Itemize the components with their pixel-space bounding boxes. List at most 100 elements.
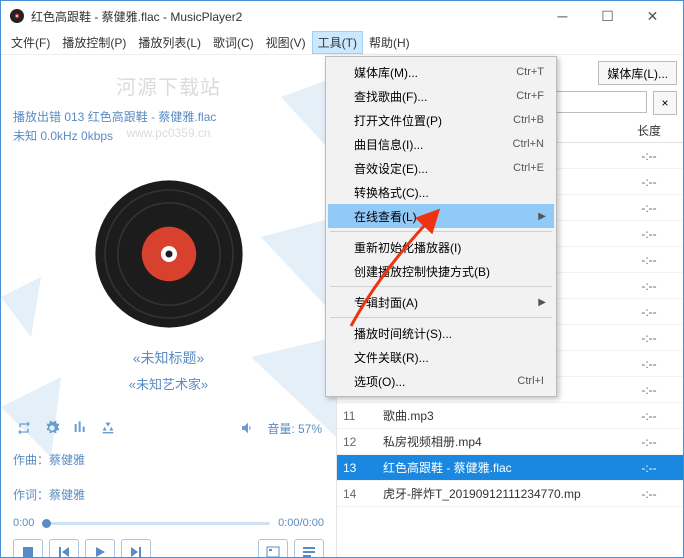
menu-item-label: 音效设定(E)... — [354, 160, 513, 177]
row-duration: -:-- — [615, 201, 683, 215]
playlist-row[interactable]: 13红色高跟鞋 - 蔡健雅.flac-:-- — [337, 455, 683, 481]
menu-item-shortcut: Ctr+F — [516, 90, 544, 102]
settings-icon[interactable] — [43, 419, 61, 437]
player-panel: 河源下载站 www.pc0359.cn 播放出错 013 红色高跟鞋 - 蔡健雅… — [1, 57, 336, 557]
toggle-playlist-button[interactable] — [294, 539, 324, 557]
clear-search-button[interactable]: × — [653, 91, 677, 115]
menu-file[interactable]: 文件(F) — [5, 31, 56, 54]
tools-menu-item[interactable]: 专辑封面(A)▶ — [328, 290, 554, 314]
menu-item-shortcut: Ctrl+I — [517, 375, 544, 387]
menu-help[interactable]: 帮助(H) — [363, 31, 416, 54]
menu-item-label: 专辑封面(A) — [354, 294, 544, 311]
equalizer-icon[interactable] — [71, 419, 89, 437]
tools-menu-item[interactable]: 播放时间统计(S)... — [328, 321, 554, 345]
tools-menu-item[interactable]: 在线查看(L)▶ — [328, 204, 554, 228]
menu-tools[interactable]: 工具(T) — [312, 31, 363, 54]
menu-play-control[interactable]: 播放控制(P) — [56, 31, 132, 54]
col-length: 长度 — [615, 122, 683, 139]
row-number: 14 — [343, 487, 383, 501]
menu-item-shortcut: Ctrl+E — [513, 162, 544, 174]
menu-item-label: 曲目信息(I)... — [354, 136, 513, 153]
playlist-row[interactable]: 14虎牙-胖炸T_20190912111234770.mp-:-- — [337, 481, 683, 507]
next-button[interactable] — [121, 539, 151, 557]
menu-item-label: 媒体库(M)... — [354, 64, 516, 81]
window-title: 红色高跟鞋 - 蔡健雅.flac - MusicPlayer2 — [31, 8, 540, 25]
status-line-2: 未知 0.0kHz 0kbps — [13, 127, 324, 144]
volume-icon[interactable] — [239, 419, 257, 437]
menu-item-label: 创建播放控制快捷方式(B) — [354, 263, 544, 280]
submenu-arrow-icon: ▶ — [538, 211, 546, 222]
time-current: 0:00 — [13, 517, 34, 529]
row-duration: -:-- — [615, 331, 683, 345]
tools-menu-item[interactable]: 媒体库(M)...Ctr+T — [328, 60, 554, 84]
menu-view[interactable]: 视图(V) — [260, 31, 312, 54]
menu-item-label: 在线查看(L) — [354, 208, 544, 225]
tools-menu-item[interactable]: 查找歌曲(F)...Ctr+F — [328, 84, 554, 108]
row-title: 歌曲.mp3 — [383, 407, 615, 424]
menu-separator — [330, 286, 552, 287]
tools-menu-item[interactable]: 选项(O)...Ctrl+I — [328, 369, 554, 393]
tools-menu-item[interactable]: 重新初始化播放器(I) — [328, 235, 554, 259]
toggle-lyrics-button[interactable] — [258, 539, 288, 557]
menu-item-label: 选项(O)... — [354, 373, 517, 390]
lyricist-label: 作词： — [13, 488, 49, 502]
transport-bar — [13, 539, 324, 557]
row-duration: -:-- — [615, 253, 683, 267]
row-duration: -:-- — [615, 383, 683, 397]
app-icon — [9, 8, 25, 24]
watermark-text: 河源下载站 — [13, 71, 324, 100]
row-title: 红色高跟鞋 - 蔡健雅.flac — [383, 459, 615, 476]
prev-button[interactable] — [49, 539, 79, 557]
row-duration: -:-- — [615, 149, 683, 163]
menu-item-label: 文件关联(R)... — [354, 349, 544, 366]
track-title: «未知标题» — [13, 348, 324, 368]
menu-item-label: 打开文件位置(P) — [354, 112, 513, 129]
row-number: 13 — [343, 461, 383, 475]
lyricist-row: 作词：蔡健雅 — [13, 486, 324, 503]
row-number: 11 — [343, 409, 383, 423]
menubar: 文件(F) 播放控制(P) 播放列表(L) 歌词(C) 视图(V) 工具(T) … — [1, 31, 683, 55]
menu-separator — [330, 317, 552, 318]
tools-menu-item[interactable]: 文件关联(R)... — [328, 345, 554, 369]
time-total: 0:00/0:00 — [278, 517, 324, 529]
menu-item-shortcut: Ctr+T — [516, 66, 544, 78]
tools-menu-item[interactable]: 音效设定(E)...Ctrl+E — [328, 156, 554, 180]
composer-value: 蔡健雅 — [49, 453, 85, 467]
tools-menu-item[interactable]: 创建播放控制快捷方式(B) — [328, 259, 554, 283]
row-number: 12 — [343, 435, 383, 449]
composer-label: 作曲： — [13, 453, 49, 467]
menu-lyrics[interactable]: 歌词(C) — [207, 31, 260, 54]
close-button[interactable]: ✕ — [630, 2, 675, 30]
repeat-icon[interactable] — [15, 419, 33, 437]
album-art — [89, 174, 249, 334]
maximize-button[interactable]: ☐ — [585, 2, 630, 30]
menu-item-shortcut: Ctrl+B — [513, 114, 544, 126]
menu-item-label: 重新初始化播放器(I) — [354, 239, 544, 256]
menu-playlist[interactable]: 播放列表(L) — [132, 31, 207, 54]
tools-menu-item[interactable]: 打开文件位置(P)Ctrl+B — [328, 108, 554, 132]
track-artist: «未知艺术家» — [13, 374, 324, 393]
tools-menu-item[interactable]: 转换格式(C)... — [328, 180, 554, 204]
playlist-row[interactable]: 11歌曲.mp3-:-- — [337, 403, 683, 429]
row-duration: -:-- — [615, 227, 683, 241]
row-duration: -:-- — [615, 487, 683, 501]
progress-bar[interactable] — [42, 522, 270, 525]
media-library-button[interactable]: 媒体库(L)... — [598, 61, 677, 85]
row-duration: -:-- — [615, 409, 683, 423]
row-title: 虎牙-胖炸T_20190912111234770.mp — [383, 485, 615, 502]
row-duration: -:-- — [615, 305, 683, 319]
row-duration: -:-- — [615, 435, 683, 449]
tools-menu-item[interactable]: 曲目信息(I)...Ctrl+N — [328, 132, 554, 156]
stop-button[interactable] — [13, 539, 43, 557]
row-duration: -:-- — [615, 175, 683, 189]
tools-dropdown: 媒体库(M)...Ctr+T查找歌曲(F)...Ctr+F打开文件位置(P)Ct… — [325, 56, 557, 397]
balance-icon[interactable] — [99, 419, 117, 437]
play-button[interactable] — [85, 539, 115, 557]
titlebar: 红色高跟鞋 - 蔡健雅.flac - MusicPlayer2 ─ ☐ ✕ — [1, 1, 683, 31]
playlist-row[interactable]: 12私房视频相册.mp4-:-- — [337, 429, 683, 455]
menu-item-label: 转换格式(C)... — [354, 184, 544, 201]
control-icons-row: 音量: 57% — [13, 419, 324, 437]
menu-item-label: 查找歌曲(F)... — [354, 88, 516, 105]
submenu-arrow-icon: ▶ — [538, 297, 546, 308]
minimize-button[interactable]: ─ — [540, 2, 585, 30]
